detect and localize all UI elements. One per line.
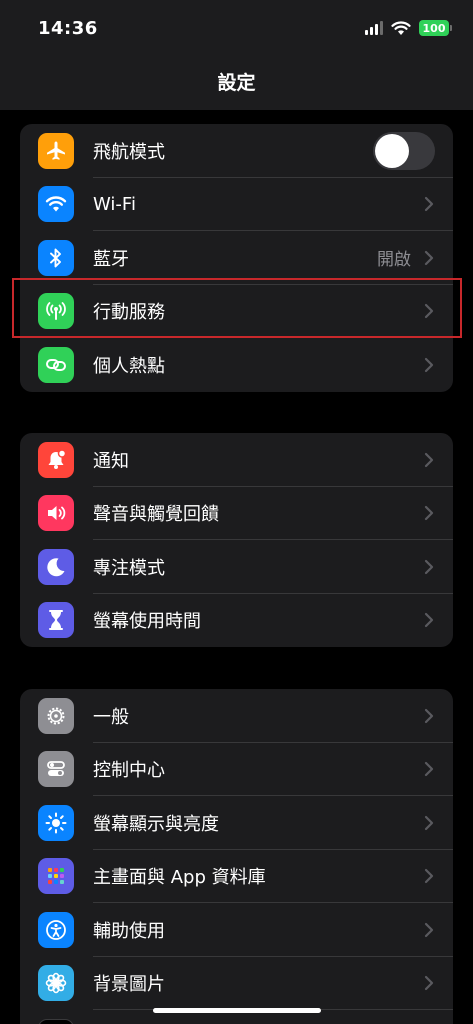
sun-icon: [38, 804, 74, 841]
chevron-right-icon: [424, 815, 434, 830]
row-personal-hotspot[interactable]: 個人熱點: [20, 338, 453, 392]
bluetooth-icon: [38, 239, 74, 276]
chevron-right-icon: [424, 357, 434, 372]
chevron-right-icon: [424, 506, 434, 521]
row-label: 一般: [93, 706, 129, 728]
chevron-right-icon: [424, 304, 434, 319]
row-label: Wi-Fi: [93, 193, 136, 215]
partial-row-icon: [38, 1018, 74, 1024]
row-label: 通知: [93, 450, 129, 472]
row-bluetooth[interactable]: 藍牙 開啟: [20, 231, 453, 285]
row-screen-time[interactable]: 螢幕使用時間: [20, 594, 453, 648]
row-sounds-haptics[interactable]: 聲音與觸覺回饋: [20, 487, 453, 540]
row-home-screen-app-library[interactable]: 主畫面與 App 資料庫: [20, 850, 453, 903]
row-label: 藍牙: [93, 248, 129, 270]
navigation-bar: 設定: [0, 60, 473, 110]
cellular-signal-icon: [365, 21, 383, 35]
row-notifications[interactable]: 通知: [20, 433, 453, 487]
row-focus[interactable]: 專注模式: [20, 540, 453, 594]
hourglass-icon: [38, 602, 74, 639]
settings-group-connectivity: 飛航模式 Wi-Fi 藍牙 開啟 行動服務 個人熱點: [20, 124, 453, 392]
chevron-right-icon: [424, 922, 434, 937]
cellular-antenna-icon: [38, 293, 74, 330]
row-label: 螢幕使用時間: [93, 611, 201, 633]
page-title: 設定: [217, 72, 256, 94]
toggle-knob: [375, 133, 409, 168]
airplane-mode-toggle[interactable]: [373, 131, 435, 170]
moon-icon: [38, 548, 74, 585]
gear-icon: [38, 697, 74, 734]
wifi-status-icon: [391, 20, 411, 35]
chevron-right-icon: [424, 762, 434, 777]
chevron-right-icon: [424, 559, 434, 574]
row-label: 主畫面與 App 資料庫: [93, 867, 266, 889]
speaker-icon: [38, 495, 74, 532]
status-bar: 14:36 100: [0, 0, 473, 60]
flower-icon: [38, 965, 74, 1002]
row-label: 螢幕顯示與亮度: [93, 813, 219, 835]
chevron-right-icon: [424, 197, 434, 212]
row-wallpaper[interactable]: 背景圖片: [20, 957, 453, 1010]
row-label: 專注模式: [93, 557, 165, 579]
status-icons: 100: [365, 20, 452, 36]
row-airplane-mode[interactable]: 飛航模式: [20, 124, 453, 178]
chevron-right-icon: [424, 452, 434, 467]
bluetooth-status-value: 開啟: [377, 250, 411, 271]
battery-indicator: 100: [419, 20, 452, 36]
toggles-icon: [38, 751, 74, 788]
chevron-right-icon: [424, 869, 434, 884]
bell-icon: [38, 441, 74, 478]
chevron-right-icon: [424, 708, 434, 723]
chevron-right-icon: [424, 976, 434, 991]
status-time: 14:36: [38, 18, 98, 39]
home-indicator[interactable]: [153, 1008, 321, 1013]
row-label: 控制中心: [93, 760, 165, 782]
row-accessibility[interactable]: 輔助使用: [20, 903, 453, 957]
row-general[interactable]: 一般: [20, 689, 453, 743]
airplane-icon: [38, 132, 74, 169]
wifi-icon: [38, 186, 74, 223]
chevron-right-icon: [424, 613, 434, 628]
settings-group-general: 一般 控制中心 螢幕顯示與亮度 主畫面與 App 資料庫 輔助使用 背景圖片: [20, 689, 453, 1024]
row-label: 飛航模式: [93, 141, 165, 163]
app-grid-icon: [38, 858, 74, 895]
row-wifi[interactable]: Wi-Fi: [20, 178, 453, 231]
accessibility-icon: [38, 911, 74, 948]
row-control-center[interactable]: 控制中心: [20, 743, 453, 796]
row-label: 行動服務: [93, 302, 165, 324]
row-cellular[interactable]: 行動服務: [20, 285, 453, 338]
row-label: 個人熱點: [93, 355, 165, 377]
chevron-right-icon: [424, 250, 434, 265]
settings-group-notifications: 通知 聲音與觸覺回饋 專注模式 螢幕使用時間: [20, 433, 453, 647]
hotspot-chain-icon: [38, 346, 74, 383]
row-label: 聲音與觸覺回饋: [93, 504, 219, 526]
row-label: 輔助使用: [93, 920, 165, 942]
row-display-brightness[interactable]: 螢幕顯示與亮度: [20, 796, 453, 850]
row-label: 背景圖片: [93, 974, 165, 996]
